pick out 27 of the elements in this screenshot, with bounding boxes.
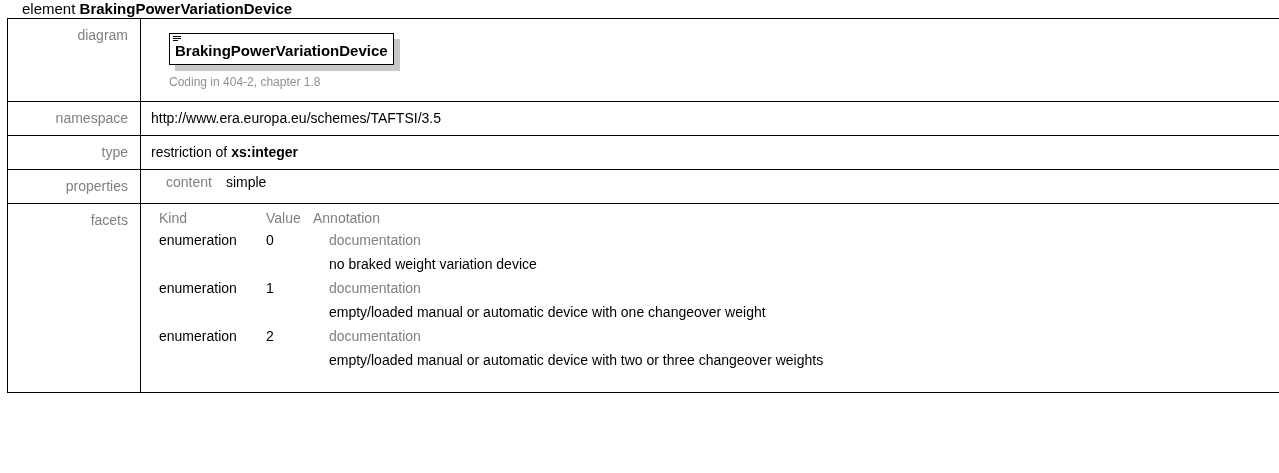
annotation-label: documentation — [329, 278, 422, 298]
facet-value: 2 — [266, 326, 275, 346]
row-value: restriction of xs:integer — [151, 143, 299, 160]
column-header: Annotation — [313, 208, 381, 228]
lines-icon — [173, 36, 181, 42]
annotation-label: documentation — [329, 326, 422, 346]
diagram-annotation: Coding in 404-2, chapter 1.8 — [169, 73, 322, 91]
row-label: facets — [90, 211, 128, 228]
annotation-label: documentation — [329, 230, 422, 250]
facet-kind: enumeration — [159, 230, 238, 250]
facet-value: 1 — [266, 278, 275, 298]
row-value: http://www.era.europa.eu/schemes/TAFTSI/3.5 — [151, 109, 441, 126]
documentation-text: no braked weight variation device — [329, 254, 538, 274]
documentation-text: empty/loaded manual or automatic device with one changeover weight — [329, 302, 767, 322]
property-name: content — [166, 172, 212, 192]
row-label: type — [101, 143, 128, 160]
row-label: diagram — [77, 27, 128, 43]
row-label: properties — [65, 177, 128, 194]
column-header: Value — [266, 208, 302, 228]
facet-kind: enumeration — [159, 278, 238, 298]
documentation-text: empty/loaded manual or automatic device with two or three changeover weights — [329, 350, 825, 370]
property-value: simple — [225, 172, 267, 192]
page-heading: element BrakingPowerVariationDevice — [22, 0, 293, 18]
column-header: Kind — [159, 208, 189, 228]
row-label: namespace — [55, 109, 128, 126]
facet-kind: enumeration — [159, 326, 238, 346]
facet-value: 0 — [266, 230, 275, 250]
